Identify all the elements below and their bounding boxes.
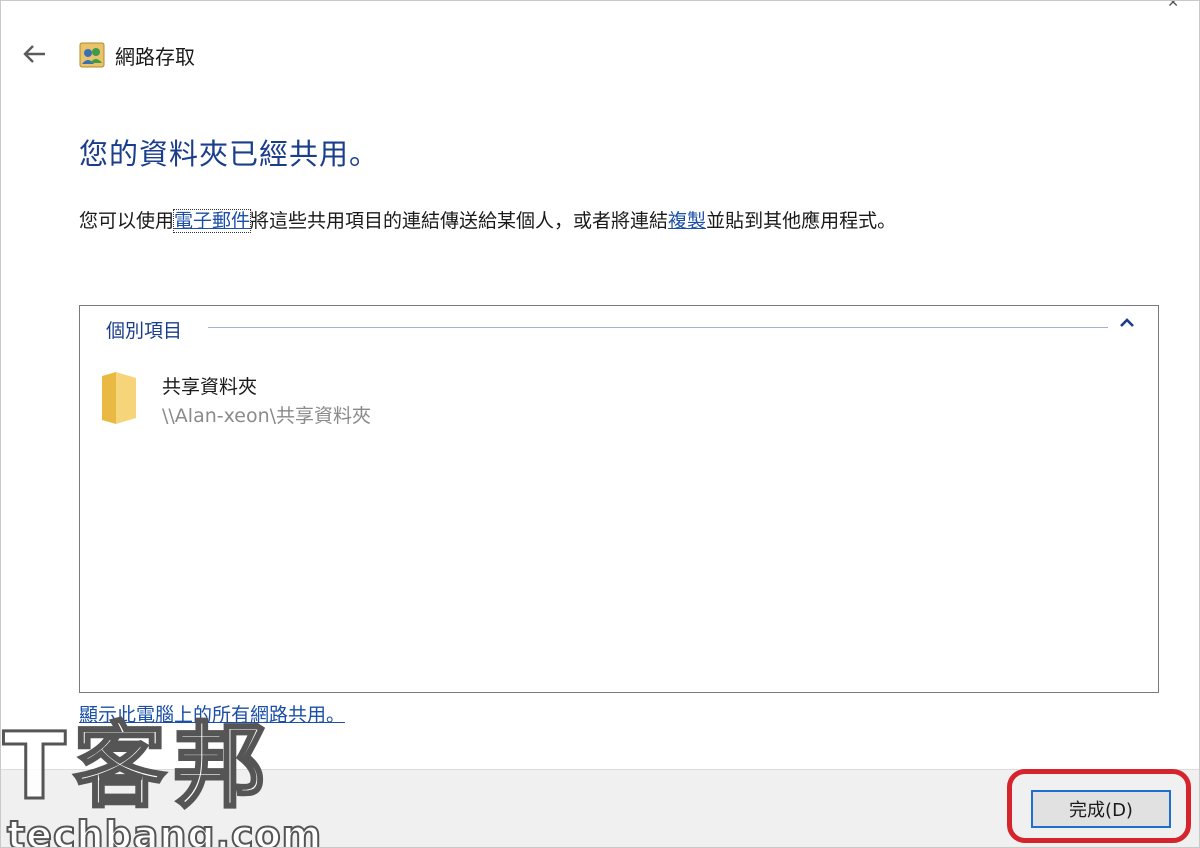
email-link[interactable]: 電子郵件: [173, 209, 252, 233]
done-button[interactable]: 完成(D): [1031, 790, 1171, 828]
network-access-window: ✕ 網路存取 您的資料夾已經共用。 您可以使用電子郵件將這些共用項目的連結傳送給…: [0, 0, 1200, 848]
item-path: \\Alan-xeon\共享資料夾: [162, 405, 372, 427]
description-part2: 將這些共用項目的連結傳送給某個人，或者將連結: [250, 210, 669, 232]
page-title: 您的資料夾已經共用。: [79, 137, 380, 171]
item-name: 共享資料夾: [162, 376, 258, 398]
description-part1: 您可以使用: [79, 210, 175, 232]
back-arrow-icon[interactable]: [19, 39, 49, 69]
folder-icon: [100, 370, 138, 426]
copy-link[interactable]: 複製: [668, 210, 706, 232]
window-title: 網路存取: [115, 45, 195, 69]
footer-bar: 完成(D): [1, 769, 1199, 847]
shared-items-list: 個別項目 共享資料夾 \\Alan-xeon\共享資料夾: [79, 305, 1159, 693]
chevron-up-icon[interactable]: [1118, 314, 1136, 332]
description-text: 您可以使用電子郵件將這些共用項目的連結傳送給某個人，或者將連結複製並貼到其他應用…: [79, 206, 896, 233]
group-header: 個別項目: [106, 320, 183, 342]
close-icon[interactable]: ✕: [1167, 1, 1179, 11]
network-users-icon: [79, 40, 105, 68]
back-arrow-glyph: [23, 45, 45, 63]
description-part3: 並貼到其他應用程式。: [706, 210, 897, 232]
show-all-shares-link[interactable]: 顯示此電腦上的所有網路共用。: [79, 700, 345, 727]
group-divider: [208, 327, 1108, 328]
